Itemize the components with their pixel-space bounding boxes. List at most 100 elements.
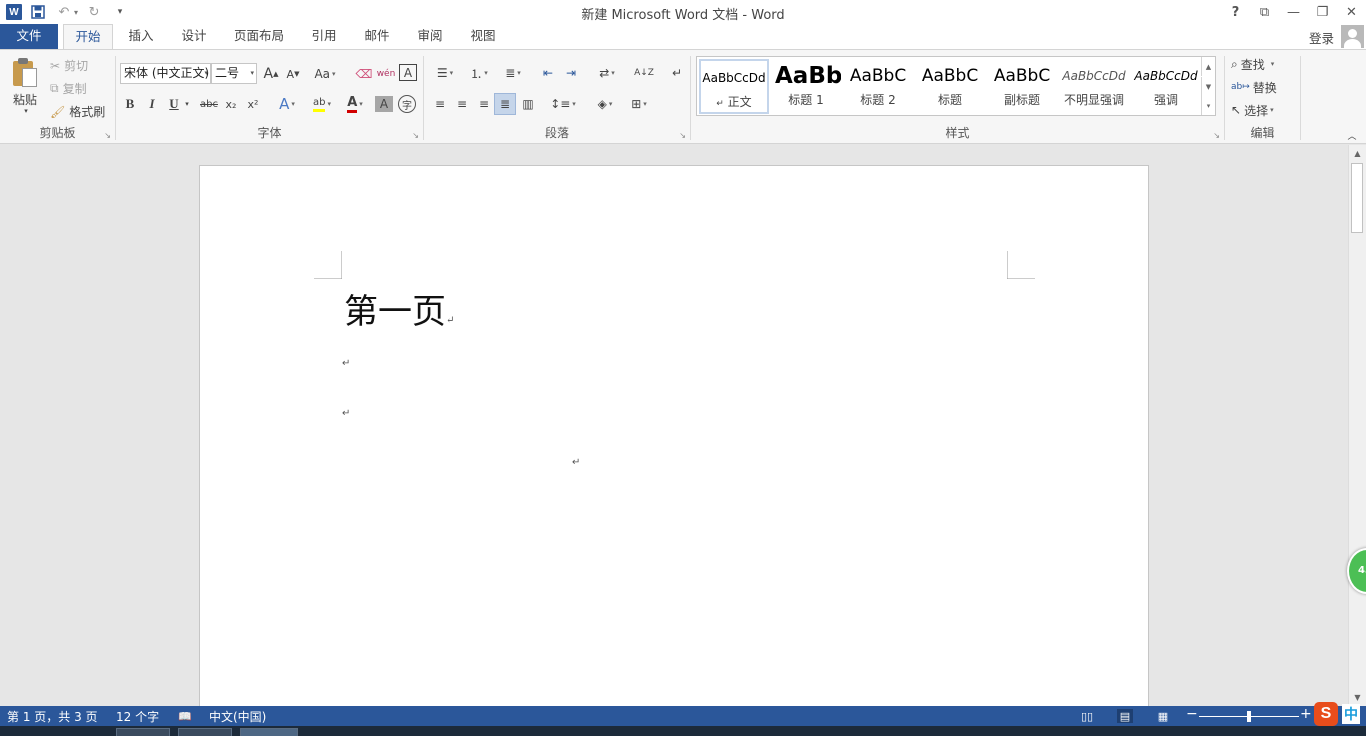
customize-qat-icon[interactable]: ▾ [110, 3, 130, 21]
multilevel-list-button[interactable]: ≣ ▾ [498, 63, 528, 83]
select-button[interactable]: ↖ 选择 ▾ [1231, 100, 1297, 120]
tab-page-layout[interactable]: 页面布局 [228, 24, 290, 49]
redo-icon[interactable]: ↻ [84, 3, 104, 21]
enclose-characters-button[interactable]: 字 [398, 95, 416, 113]
styles-launcher-icon[interactable]: ↘ [1213, 131, 1220, 140]
style-subtitle[interactable]: AaBbC 副标题 [987, 59, 1057, 114]
page-indicator[interactable]: 第 1 页，共 3 页 [7, 708, 98, 725]
replace-button[interactable]: ab↦ 替换 [1231, 77, 1297, 97]
style-subtle-emphasis[interactable]: AaBbCcDd 不明显强调 [1059, 59, 1129, 114]
restore-button[interactable]: ❐ [1308, 0, 1337, 24]
tab-design[interactable]: 设计 [171, 24, 217, 49]
read-mode-icon[interactable]: ▯▯ [1079, 709, 1095, 723]
gallery-scroll-down-icon[interactable]: ▼ [1201, 77, 1215, 96]
tab-insert[interactable]: 插入 [118, 24, 164, 49]
grow-font-button[interactable]: A ▲ [261, 64, 281, 84]
font-size-combo[interactable]: 二号 ▾ [211, 63, 257, 84]
bullets-button[interactable]: ☰ ▾ [430, 63, 460, 83]
language-indicator[interactable]: 中文(中国) [209, 708, 266, 725]
strikethrough-button[interactable]: abc [198, 94, 220, 114]
minimize-button[interactable]: — [1279, 0, 1308, 24]
taskbar-item[interactable] [178, 728, 232, 736]
align-right-icon[interactable]: ≡ [474, 94, 494, 114]
gallery-more-icon[interactable]: ▾ [1201, 96, 1215, 115]
align-left-icon[interactable]: ≡ [430, 94, 450, 114]
zoom-slider-thumb[interactable] [1247, 711, 1251, 722]
style-emphasis[interactable]: AaBbCcDd 强调 [1131, 59, 1201, 114]
undo-icon[interactable]: ↶ [54, 3, 74, 21]
shrink-font-button[interactable]: A ▼ [283, 64, 303, 84]
show-marks-button[interactable]: ↵ [668, 63, 686, 83]
paste-icon[interactable] [11, 58, 39, 88]
sogou-logo-icon[interactable]: S [1314, 702, 1338, 726]
copy-button[interactable]: ⧉ 复制 [50, 80, 87, 97]
tab-references[interactable]: 引用 [301, 24, 347, 49]
tab-review[interactable]: 审阅 [407, 24, 453, 49]
increase-indent-icon[interactable]: ⇥ [561, 63, 581, 83]
highlight-color-button[interactable]: ab ▾ [307, 94, 337, 114]
collapse-ribbon-icon[interactable]: ︿ [1344, 128, 1360, 142]
distributed-align-icon[interactable]: ▥ [518, 94, 538, 114]
italic-button[interactable]: I [144, 94, 160, 114]
document-page[interactable]: 第一页↵ ↵ ↵ ↵ [199, 165, 1149, 706]
save-icon[interactable] [28, 3, 48, 21]
format-painter-button[interactable]: 🖌 格式刷 [50, 103, 105, 120]
style-normal[interactable]: AaBbCcDd ↵ 正文 [699, 59, 769, 114]
style-title[interactable]: AaBbC 标题 [915, 59, 985, 114]
underline-dropdown-icon[interactable]: ▾ [182, 94, 192, 114]
tab-view[interactable]: 视图 [460, 24, 506, 49]
tab-home[interactable]: 开始 [63, 24, 113, 50]
zoom-in-button[interactable]: + [1300, 706, 1312, 722]
sort-button[interactable]: A↓Z [632, 63, 656, 83]
font-launcher-icon[interactable]: ↘ [412, 131, 419, 140]
gallery-scroll-up-icon[interactable]: ▲ [1201, 57, 1215, 76]
align-center-icon[interactable]: ≡ [452, 94, 472, 114]
numbering-button[interactable]: ⒈ ▾ [464, 63, 494, 83]
close-button[interactable]: ✕ [1337, 0, 1366, 24]
line-spacing-button[interactable]: ↕≡ ▾ [548, 94, 578, 114]
find-button[interactable]: ⌕ 查找 ▾ [1231, 54, 1297, 74]
justify-icon[interactable]: ≣ [494, 93, 516, 115]
superscript-button[interactable]: x² [244, 94, 262, 114]
taskbar-item[interactable] [240, 728, 298, 736]
text-effects-button[interactable]: A ▾ [274, 94, 300, 114]
sign-in-link[interactable]: 登录 [1309, 28, 1334, 47]
scrollbar-thumb[interactable] [1351, 163, 1363, 233]
change-case-button[interactable]: Aa ▾ [311, 64, 339, 84]
zoom-out-button[interactable]: − [1186, 706, 1198, 722]
pinyin-guide-button[interactable]: wén [376, 64, 396, 84]
clear-formatting-icon[interactable]: ⌫ [355, 64, 373, 84]
shading-button[interactable]: ◈ ▾ [590, 94, 620, 114]
decrease-indent-icon[interactable]: ⇤ [538, 63, 558, 83]
style-heading-2[interactable]: AaBbC 标题 2 [843, 59, 913, 114]
subscript-button[interactable]: x₂ [222, 94, 240, 114]
ime-toolbar[interactable]: S 中 [1314, 702, 1366, 726]
paragraph-launcher-icon[interactable]: ↘ [679, 131, 686, 140]
cut-button[interactable]: ✂ 剪切 [50, 57, 88, 74]
character-border-button[interactable]: A [399, 64, 417, 81]
character-shading-button[interactable]: A [375, 96, 393, 112]
font-color-button[interactable]: A ▾ [341, 94, 369, 114]
bold-button[interactable]: B [122, 94, 138, 114]
page-heading[interactable]: 第一页↵ [344, 284, 454, 333]
ime-mode-indicator[interactable]: 中 [1342, 704, 1360, 724]
avatar[interactable] [1341, 25, 1364, 48]
proofing-icon[interactable]: 📖 [177, 709, 193, 723]
scroll-up-icon[interactable]: ▲ [1350, 146, 1365, 161]
borders-button[interactable]: ⊞ ▾ [624, 94, 654, 114]
word-app-icon[interactable]: W [6, 4, 22, 20]
chinese-layout-button[interactable]: ⇄ ▾ [592, 63, 622, 83]
vertical-scrollbar[interactable]: ▲ ▼ [1348, 145, 1366, 706]
undo-dropdown-icon[interactable]: ▾ [74, 8, 78, 17]
clipboard-launcher-icon[interactable]: ↘ [104, 131, 111, 140]
underline-button[interactable]: U [166, 94, 182, 114]
tab-file[interactable]: 文件 [0, 24, 58, 49]
taskbar-item[interactable] [116, 728, 170, 736]
help-button[interactable]: ? [1221, 0, 1250, 24]
style-heading-1[interactable]: AaBb 标题 1 [771, 59, 841, 114]
web-layout-icon[interactable]: ▦ [1155, 709, 1171, 723]
paste-dropdown-icon[interactable]: ▾ [16, 105, 36, 117]
word-count[interactable]: 12 个字 [116, 708, 159, 725]
print-layout-icon[interactable]: ▤ [1117, 709, 1133, 723]
ribbon-display-options-button[interactable]: ⧉ [1250, 0, 1279, 24]
